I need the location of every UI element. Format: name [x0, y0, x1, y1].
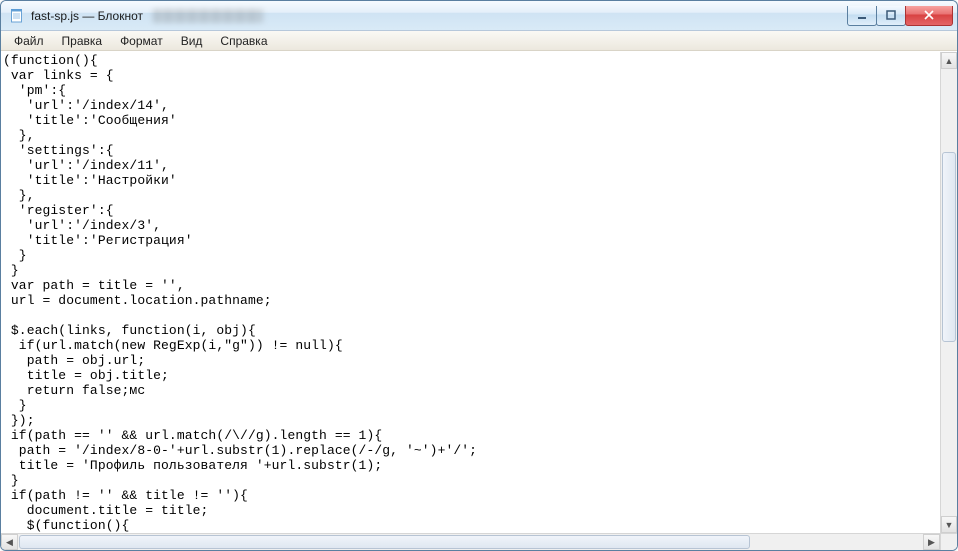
minimize-icon [857, 10, 867, 20]
window-title: fast-sp.js — Блокнот [31, 9, 143, 23]
notepad-icon [9, 8, 25, 24]
editor-wrap: (function(){ var links = { 'pm':{ 'url':… [1, 51, 957, 550]
notepad-window: fast-sp.js — Блокнот Файл Правка Формат … [0, 0, 958, 551]
menu-view[interactable]: Вид [172, 33, 212, 49]
horizontal-scroll-thumb[interactable] [19, 535, 750, 549]
horizontal-scrollbar[interactable]: ◀ ▶ [1, 533, 940, 550]
vertical-scrollbar[interactable]: ▲ ▼ [940, 52, 957, 533]
scroll-right-icon[interactable]: ▶ [923, 534, 940, 550]
menubar: Файл Правка Формат Вид Справка [1, 31, 957, 51]
title-blur-extra [153, 9, 263, 23]
menu-format[interactable]: Формат [111, 33, 172, 49]
titlebar[interactable]: fast-sp.js — Блокнот [1, 1, 957, 31]
maximize-icon [886, 10, 896, 20]
window-controls [848, 6, 955, 26]
close-icon [923, 10, 935, 20]
menu-edit[interactable]: Правка [53, 33, 112, 49]
minimize-button[interactable] [847, 6, 877, 26]
vertical-scroll-thumb[interactable] [942, 152, 956, 342]
menu-file[interactable]: Файл [5, 33, 53, 49]
maximize-button[interactable] [876, 6, 906, 26]
menu-help[interactable]: Справка [211, 33, 276, 49]
text-editor[interactable]: (function(){ var links = { 'pm':{ 'url':… [1, 52, 940, 533]
scroll-down-icon[interactable]: ▼ [941, 516, 957, 533]
scrollbar-corner [940, 533, 957, 550]
close-button[interactable] [905, 6, 953, 26]
scroll-up-icon[interactable]: ▲ [941, 52, 957, 69]
scroll-left-icon[interactable]: ◀ [1, 534, 18, 550]
